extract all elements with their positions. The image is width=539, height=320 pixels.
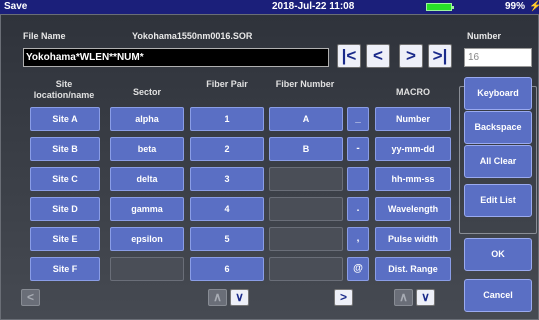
macro-cell[interactable]: Wavelength: [375, 197, 451, 221]
site-cell[interactable]: Site F: [30, 257, 100, 281]
chevron-down-icon: ∨: [421, 290, 430, 304]
macro-down-button[interactable]: ∨: [416, 289, 435, 306]
fiber-pair-cell[interactable]: 1: [190, 107, 264, 131]
fiber-pair-cell[interactable]: 5: [190, 227, 264, 251]
chevron-right-icon: >: [339, 290, 347, 304]
fiber-pair-cell[interactable]: 2: [190, 137, 264, 161]
edit-list-button[interactable]: Edit List: [464, 184, 532, 217]
number-label: Number: [467, 31, 502, 41]
sector-cell[interactable]: delta: [110, 167, 184, 191]
chevron-up-icon: ∧: [399, 290, 408, 304]
site-cell[interactable]: Site E: [30, 227, 100, 251]
save-dialog: File Name Yokohama1550nm0016.SOR Number …: [0, 14, 539, 320]
macro-up-button[interactable]: ∧: [394, 289, 413, 306]
window-title: Save: [4, 1, 28, 12]
fiber-pair-cell[interactable]: 3: [190, 167, 264, 191]
datetime: 2018-Jul-22 11:08: [272, 1, 355, 12]
macro-cell[interactable]: hh-mm-ss: [375, 167, 451, 191]
prev-button[interactable]: <: [366, 44, 390, 68]
next-button[interactable]: >: [399, 44, 423, 68]
sector-cell[interactable]: alpha: [110, 107, 184, 131]
symbol-cell[interactable]: _: [347, 107, 369, 131]
fiber-number-cell: [269, 197, 343, 221]
macro-cell[interactable]: Number: [375, 107, 451, 131]
backspace-button[interactable]: Backspace: [464, 111, 532, 144]
symbol-cell[interactable]: [347, 167, 369, 191]
last-button[interactable]: >|: [428, 44, 452, 68]
site-cell[interactable]: Site D: [30, 197, 100, 221]
number-input[interactable]: 16: [464, 48, 532, 67]
title-bar: Save 2018-Jul-22 11:08 99% ⚡: [0, 0, 539, 14]
fiber-number-cell[interactable]: B: [269, 137, 343, 161]
fiber-number-cell[interactable]: A: [269, 107, 343, 131]
file-name-input[interactable]: Yokohama*WLEN**NUM*: [23, 48, 329, 67]
symbol-cell[interactable]: .: [347, 197, 369, 221]
cancel-button[interactable]: Cancel: [464, 279, 532, 312]
ok-button[interactable]: OK: [464, 238, 532, 271]
all-clear-button[interactable]: All Clear: [464, 145, 532, 178]
symbol-cell[interactable]: @: [347, 257, 369, 281]
site-cell[interactable]: Site C: [30, 167, 100, 191]
column-header-sector: Sector: [132, 87, 161, 97]
column-header-fiber-pair: Fiber Pair: [206, 79, 248, 89]
fiber-pair-cell[interactable]: 4: [190, 197, 264, 221]
sector-cell[interactable]: gamma: [110, 197, 184, 221]
macro-cell[interactable]: yy-mm-dd: [375, 137, 451, 161]
chevron-down-icon: ∨: [235, 290, 244, 304]
first-button[interactable]: |<: [337, 44, 361, 68]
site-cell[interactable]: Site A: [30, 107, 100, 131]
chevron-left-icon: <: [26, 290, 34, 304]
column-header-macro: MACRO: [396, 87, 430, 97]
battery-icon: [426, 3, 454, 11]
site-cell[interactable]: Site B: [30, 137, 100, 161]
scroll-right-button[interactable]: >: [334, 289, 353, 306]
column-header-fiber-number: Fiber Number: [275, 79, 335, 89]
chevron-up-icon: ∧: [213, 290, 222, 304]
file-name-label: File Name: [23, 31, 66, 41]
keyboard-button[interactable]: Keyboard: [464, 77, 532, 110]
fiber-number-cell: [269, 227, 343, 251]
fiber-pair-cell[interactable]: 6: [190, 257, 264, 281]
fiber-pair-down-button[interactable]: ∨: [230, 289, 249, 306]
sector-cell[interactable]: epsilon: [110, 227, 184, 251]
sector-cell: [110, 257, 184, 281]
current-file-name: Yokohama1550nm0016.SOR: [132, 31, 253, 41]
column-header-site: Site location/name: [33, 79, 95, 100]
fiber-number-cell: [269, 257, 343, 281]
battery-percent: 99%: [505, 1, 526, 12]
charging-icon: ⚡: [529, 1, 539, 12]
sector-cell[interactable]: beta: [110, 137, 184, 161]
fiber-number-cell: [269, 167, 343, 191]
scroll-left-button[interactable]: <: [21, 289, 40, 306]
macro-cell[interactable]: Pulse width: [375, 227, 451, 251]
macro-cell[interactable]: Dist. Range: [375, 257, 451, 281]
fiber-pair-up-button[interactable]: ∧: [208, 289, 227, 306]
symbol-cell[interactable]: ,: [347, 227, 369, 251]
symbol-cell[interactable]: -: [347, 137, 369, 161]
